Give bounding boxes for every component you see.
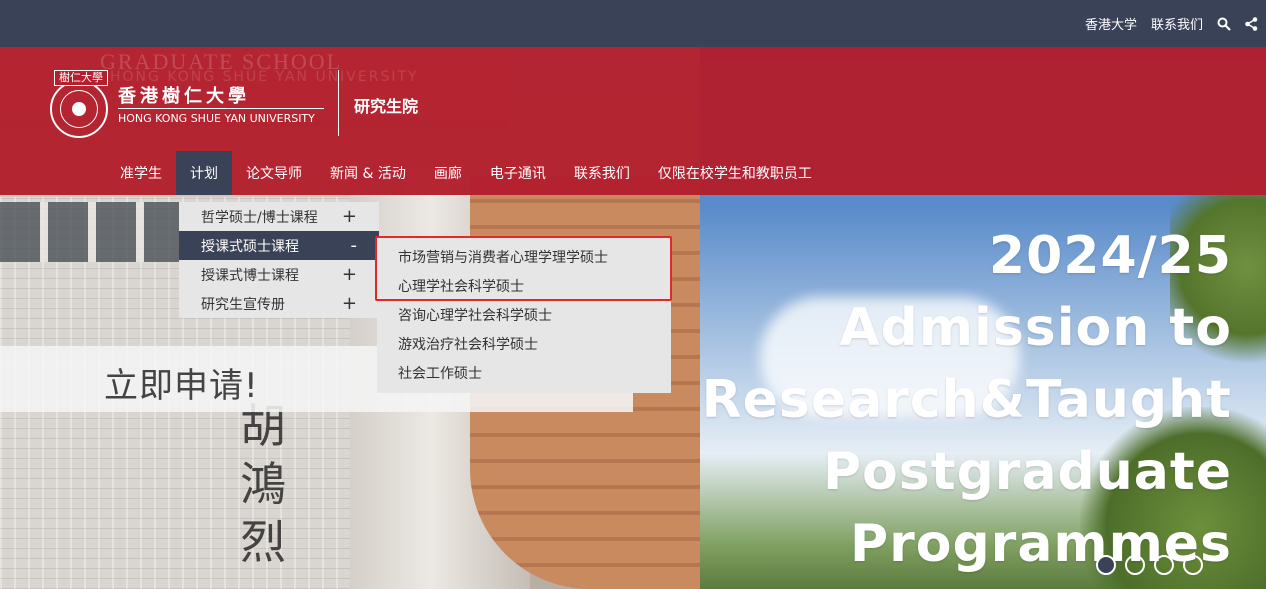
top-links: 香港大学 联系我们 [1085,0,1258,47]
menu-item-taught-masters[interactable]: 授课式硕士课程 - [179,231,379,260]
taught-masters-submenu: 市场营销与消费者心理学理学硕士 心理学社会科学硕士 咨询心理学社会科学硕士 游戏… [377,238,671,393]
menu-item-label: 授课式博士课程 [201,267,299,284]
logo-name-chinese: 香港樹仁大學 [118,86,250,107]
headline-line: Admission to [839,298,1232,358]
slider-dot[interactable] [1096,555,1116,575]
collapse-icon[interactable]: - [351,235,358,256]
logo-name-english: HONG KONG SHUE YAN UNIVERSITY [118,108,324,125]
submenu-item-play-therapy[interactable]: 游戏治疗社会科学硕士 [377,329,671,358]
expand-icon[interactable]: + [342,293,357,314]
top-bar: 香港大学 联系我们 [0,0,1266,47]
menu-item-brochure[interactable]: 研究生宣传册 + [179,289,379,318]
faculty-title[interactable]: 研究生院 [354,93,418,117]
nav-item-supervisors[interactable]: 论文导师 [232,151,316,195]
nav-item-current-students-staff[interactable]: 仅限在校学生和教职员工 [644,151,826,195]
nav-item-contact[interactable]: 联系我们 [560,151,644,195]
slider-dots [1096,555,1203,575]
contact-link[interactable]: 联系我们 [1151,14,1203,33]
nav-item-prospective-students[interactable]: 准学生 [106,151,176,195]
hku-link[interactable]: 香港大学 [1085,14,1137,33]
submenu-item-marketing-consumer-psychology[interactable]: 市场营销与消费者心理学理学硕士 [377,242,671,271]
seal-icon [50,80,108,138]
menu-item-taught-doctorate[interactable]: 授课式博士课程 + [179,260,379,289]
submenu-item-psychology[interactable]: 心理学社会科学硕士 [377,271,671,300]
submenu-item-social-work[interactable]: 社会工作硕士 [377,358,671,387]
slider-dot[interactable] [1183,555,1203,575]
banner-headline: 2024/25 Admission to Research&Taught Pos… [702,220,1232,580]
menu-item-label: 研究生宣传册 [201,296,285,313]
menu-item-label: 授课式硕士课程 [201,238,299,255]
inscription-char: 烈 [240,515,286,569]
nav-item-news-events[interactable]: 新闻 & 活动 [316,151,420,195]
inscription-char: 鴻 [240,457,286,511]
building-inscription: 胡 鴻 烈 [240,397,340,571]
slider-dot[interactable] [1125,555,1145,575]
expand-icon[interactable]: + [342,206,357,227]
logo-tab: 樹仁大學 [54,70,108,86]
building-windows [0,202,180,262]
submenu-item-counselling-psychology[interactable]: 咨询心理学社会科学硕士 [377,300,671,329]
university-logo[interactable]: 樹仁大學 香港樹仁大學 HONG KONG SHUE YAN UNIVERSIT… [46,70,346,140]
menu-item-label: 哲学硕士/博士课程 [201,209,318,226]
main-nav: 准学生 计划 论文导师 新闻 & 活动 画廊 电子通讯 联系我们 仅限在校学生和… [106,151,826,195]
slider-dot[interactable] [1154,555,1174,575]
share-icon[interactable] [1245,16,1258,31]
headline-line: 2024/25 [988,226,1232,286]
search-icon[interactable] [1217,17,1231,31]
nav-item-programmes[interactable]: 计划 [176,151,232,195]
logo-divider [338,70,339,136]
menu-item-mphil-phd[interactable]: 哲学硕士/博士课程 + [179,202,379,231]
expand-icon[interactable]: + [342,264,357,285]
headline-line: Postgraduate [822,442,1232,502]
programmes-dropdown: 哲学硕士/博士课程 + 授课式硕士课程 - 授课式博士课程 + 研究生宣传册 + [179,202,379,318]
apply-now-label: 立即申请! [104,366,259,406]
headline-line: Research&Taught [701,370,1232,430]
nav-item-gallery[interactable]: 画廊 [420,151,476,195]
nav-item-newsletter[interactable]: 电子通讯 [476,151,560,195]
